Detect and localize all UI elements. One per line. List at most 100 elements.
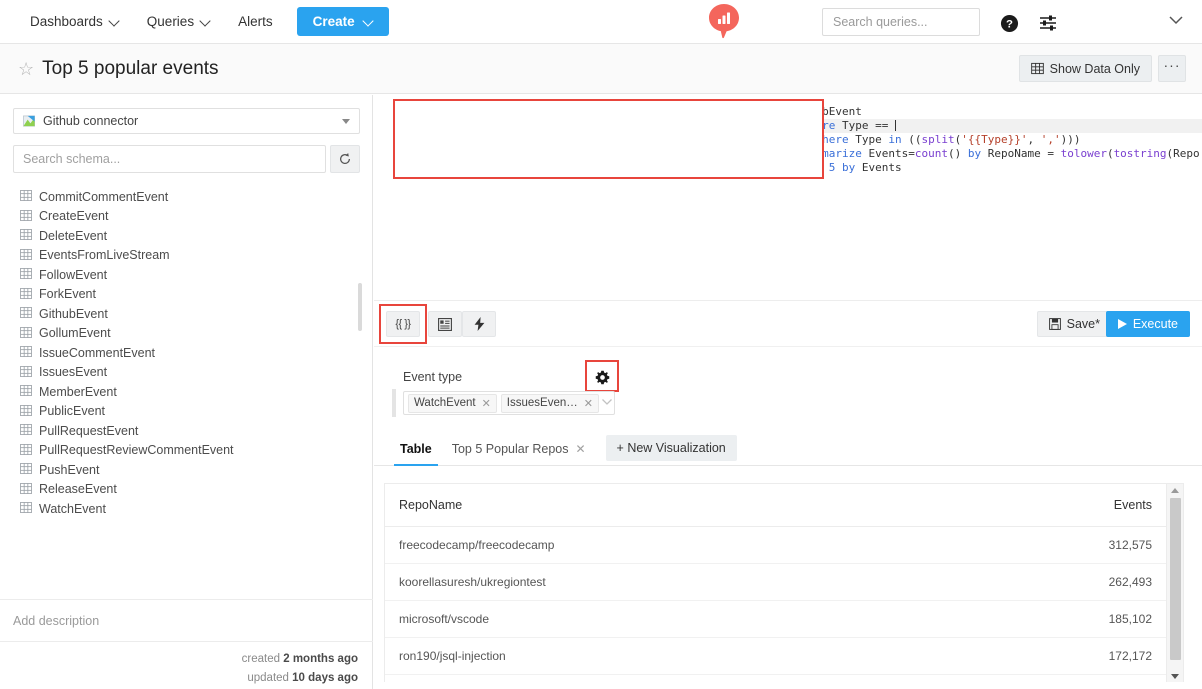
nav-item-alerts[interactable]: Alerts [224,8,287,35]
tab-table[interactable]: Table [390,442,442,466]
table-row[interactable]: ron190/jsql-injection 172,172 [385,637,1183,675]
parameter-settings-button[interactable] [591,366,613,388]
schema-item[interactable]: MemberEvent [0,382,373,402]
connector-icon [23,115,35,127]
chevron-down-icon [342,118,350,124]
star-outline-icon[interactable]: ☆ [18,60,34,78]
schema-item[interactable]: FollowEvent [0,265,373,285]
parameter-label: Event type [403,370,463,384]
connector-dropdown[interactable]: Github connector [13,108,360,134]
table-icon [20,229,32,242]
create-button[interactable]: Create [296,7,389,36]
page-title: Top 5 popular events [42,57,219,79]
show-data-only-label: Show Data Only [1049,61,1140,76]
updated-value: 10 days ago [292,672,358,684]
chevron-down-icon [364,17,373,26]
show-data-only-button[interactable]: Show Data Only [1018,55,1152,82]
results-scrollbar[interactable] [1166,484,1183,682]
cell-reponame: tensorflow/tensorflow [385,674,1013,682]
save-button[interactable]: Save* [1036,311,1112,337]
table-row[interactable]: koorellasuresh/ukregiontest 262,493 [385,563,1183,601]
schema-item-label: PublicEvent [39,404,106,419]
schema-table-list[interactable]: CommitCommentEvent CreateEvent DeleteEvent… [0,187,373,599]
schema-search-input[interactable] [13,145,326,173]
chevron-down-icon [201,17,210,26]
schema-item[interactable]: IssueCommentEvent [0,343,373,363]
more-options-button[interactable]: ··· [1158,55,1186,82]
nav-item-alerts-label: Alerts [238,14,273,29]
schema-item[interactable]: WatchEvent [0,499,373,519]
chip-issuesevent[interactable]: IssuesEven… ✕ [500,393,599,413]
schema-item[interactable]: GollumEvent [0,324,373,344]
settings-button[interactable] [1035,10,1061,36]
table-icon [20,404,32,418]
event-type-multiselect[interactable]: WatchEvent ✕ IssuesEven… ✕ [403,391,615,415]
table-icon [20,209,32,223]
nav-items-group: Dashboards Queries Alerts Create [0,7,389,36]
scroll-down-arrow-icon[interactable] [1171,674,1179,679]
save-button-label: Save* [1066,317,1100,331]
schema-item[interactable]: PullRequestEvent [0,421,373,441]
description-area[interactable]: Add description [0,599,373,641]
query-highlight-box [393,99,824,179]
schema-item[interactable]: EventsFromLiveStream [0,246,373,266]
execute-button-label: Execute [1132,317,1178,331]
app-logo[interactable] [707,3,741,41]
schema-item[interactable]: IssuesEvent [0,363,373,383]
table-icon [20,482,32,496]
schema-item[interactable]: PublicEvent [0,402,373,422]
search-queries-box[interactable] [822,8,996,36]
table-header-row: RepoName Events [385,484,1183,527]
query-editor-area[interactable]: 1GithubEvent2| where Type == 3//| where … [374,95,1202,300]
schema-item-label: FollowEvent [39,267,108,282]
table-icon [20,365,32,379]
schema-item[interactable]: GithubEvent [0,304,373,324]
schema-item[interactable]: PullRequestReviewCommentEvent [0,441,373,461]
panel-toggle-button[interactable] [428,311,462,337]
column-header-events[interactable]: Events [1013,484,1183,527]
new-visualization-button[interactable]: + New Visualization [605,435,737,461]
cell-events: 172,172 [1013,637,1183,675]
schema-item[interactable]: DeleteEvent [0,226,373,246]
svg-text:?: ? [1006,18,1013,30]
code-text: | summarize Events=count() by RepoName =… [789,147,1202,160]
scroll-up-arrow-icon[interactable] [1171,488,1179,493]
nav-item-dashboards[interactable]: Dashboards [16,8,133,35]
run-shortcut-button[interactable] [462,311,496,337]
refresh-schema-button[interactable] [330,145,360,173]
table-icon [20,463,32,476]
chip-watchevent[interactable]: WatchEvent ✕ [408,393,497,413]
close-icon[interactable]: ✕ [575,442,585,456]
column-header-reponame[interactable]: RepoName [385,484,1013,527]
table-row[interactable]: microsoft/vscode 185,102 [385,600,1183,638]
schema-item[interactable]: PushEvent [0,460,373,480]
chip-remove-icon[interactable]: ✕ [584,397,593,410]
table-icon [20,248,32,262]
table-row[interactable]: tensorflow/tensorflow145,927 [385,674,1183,682]
results-scrollbar-thumb[interactable] [1170,498,1181,660]
table-row[interactable]: freecodecamp/freecodecamp 312,575 [385,526,1183,564]
schema-item[interactable]: ForkEvent [0,285,373,305]
query-parameters-button[interactable]: {{ }} [386,311,420,337]
cell-reponame: freecodecamp/freecodecamp [385,526,1013,564]
chevron-down-icon[interactable] [601,398,613,409]
help-button[interactable]: ? [996,10,1022,36]
schema-item[interactable]: ReleaseEvent [0,480,373,500]
top-navigation-bar: Dashboards Queries Alerts Create Search … [0,0,1202,44]
schema-item-label: CommitCommentEvent [39,189,169,204]
schema-item-label: PushEvent [39,462,100,477]
schema-item[interactable]: CreateEvent [0,207,373,227]
search-input[interactable] [831,14,996,30]
execute-button[interactable]: Execute [1105,311,1190,337]
cell-reponame: ron190/jsql-injection [385,637,1013,675]
chip-remove-icon[interactable]: ✕ [482,397,491,410]
app-root: Dashboards Queries Alerts Create Search … [0,0,1202,689]
results-table-container: RepoName Events freecodecamp/freecodecam… [384,483,1184,682]
help-circle-icon: ? [1000,14,1018,32]
schema-item[interactable]: CommitCommentEvent [0,187,373,207]
sidebar-scrollbar-thumb[interactable] [358,283,362,331]
sliders-settings-icon [1040,15,1056,31]
user-menu-button[interactable] [1168,12,1184,30]
tab-top-5-popular-repos[interactable]: Top 5 Popular Repos ✕ [442,442,596,465]
nav-item-queries[interactable]: Queries [133,8,224,35]
